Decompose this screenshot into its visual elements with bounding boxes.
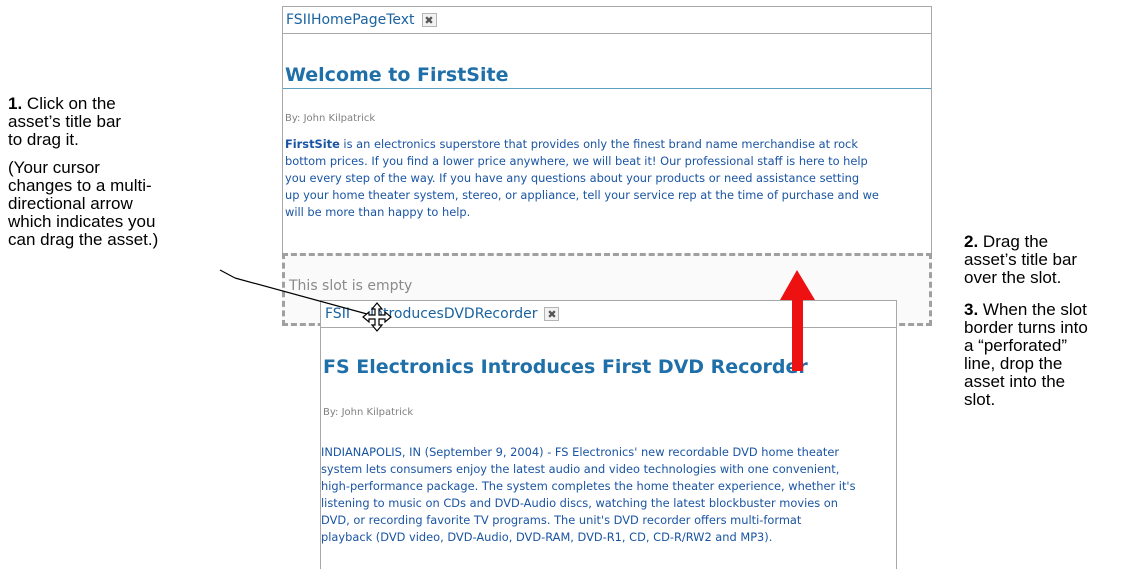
slot-empty-label: This slot is empty [289,278,413,294]
step3-number: 3. [964,300,979,319]
article-body: FirstSite is an electronics superstore t… [285,136,930,221]
step2-line2: asset’s title bar [964,250,1078,269]
dragged-byline: By: John Kilpatrick [323,407,414,418]
step3-line1: When the slot [982,300,1087,319]
dragged-asset-title-bar[interactable]: FSII IntroducesDVDRecorder ✖ [321,301,896,328]
home-page-text-asset: FSIIHomePageText ✖ Welcome to FirstSite … [282,6,932,254]
step1-number: 1. [8,94,23,113]
article-heading-area: Welcome to FirstSite [283,62,931,89]
body-line-5: will be more than happy to help. [285,205,471,219]
step2-number: 2. [964,232,979,251]
step1-line1: Click on the [26,94,116,113]
step1-text: 1. Click on the [8,95,238,113]
step1-line3: to drag it. [8,130,79,149]
body-line-4: up your home theater system, stereo, or … [285,188,879,202]
left-callout: 1. Click on the asset’s title bar to dra… [8,95,238,249]
dragged-body-line-4: listening to music on CDs and DVD-Audio … [321,496,838,510]
step3-line3: a “perforated” [964,336,1067,355]
step3-line5: asset into the [964,372,1066,391]
step1-line2: asset’s title bar [8,112,122,131]
body-line-3: you every step of the way. If you have a… [285,171,860,185]
note-line3: directional arrow [8,194,133,213]
step2-line1: Drag the [982,232,1049,251]
article-title: Welcome to FirstSite [285,64,509,86]
close-icon[interactable]: ✖ [544,307,560,321]
body-line-1: FirstSite is an electronics superstore t… [285,137,858,151]
step3-line4: line, drop the [964,354,1063,373]
brand-name: FirstSite [285,137,340,151]
dragged-dvd-recorder-asset[interactable]: FSII IntroducesDVDRecorder ✖ FS Electroni… [320,300,897,569]
close-icon[interactable]: ✖ [421,13,437,27]
dragged-body-line-2: system lets consumers enjoy the latest a… [321,462,840,476]
dragged-asset-title: FSII IntroducesDVDRecorder [325,306,538,322]
dragged-article-body: INDIANAPOLIS, IN (September 9, 2004) - F… [321,444,897,546]
note-line4: which indicates you [8,212,156,231]
right-callout: 2. Drag the asset’s title bar over the s… [964,233,1139,409]
dragged-body-line-3: high-performance package. The system com… [321,479,856,493]
step3-line6: slot. [964,390,996,409]
step3-line2: border turns into [964,318,1088,337]
byline: By: John Kilpatrick [285,113,376,124]
step3-text: 3. When the slot [964,301,1139,319]
asset-title: FSIIHomePageText [286,12,415,28]
dragged-article-title: FS Electronics Introduces First DVD Reco… [323,356,808,378]
step2-text: 2. Drag the [964,233,1139,251]
dragged-body-line-6: playback (DVD video, DVD-Audio, DVD-RAM,… [321,530,773,544]
note-line2: changes to a multi- [8,176,152,195]
asset-title-bar[interactable]: FSIIHomePageText ✖ [283,7,931,34]
dragged-body-line-1: INDIANAPOLIS, IN (September 9, 2004) - F… [321,445,840,459]
body-line-2: bottom prices. If you find a lower price… [285,154,868,168]
step2-line3: over the slot. [964,268,1062,287]
note-line1: (Your cursor [8,158,100,177]
dragged-body-line-5: DVD, or recording favorite TV programs. … [321,513,802,527]
note-line5: can drag the asset.) [8,230,159,249]
